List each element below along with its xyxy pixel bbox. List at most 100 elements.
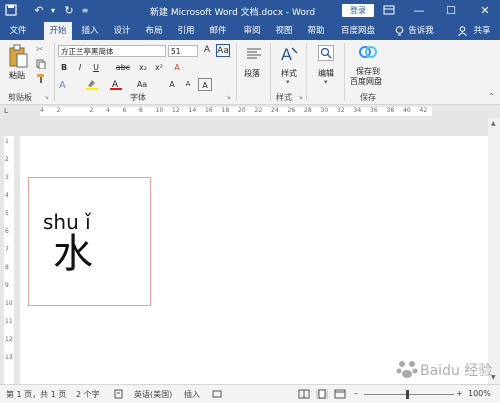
font-color-icon[interactable]: A bbox=[110, 78, 122, 90]
tell-me-search[interactable]: 告诉我 bbox=[406, 22, 436, 40]
subscript-button[interactable]: x₂ bbox=[136, 61, 150, 74]
share-button[interactable]: 共享 bbox=[468, 22, 496, 40]
vertical-scrollbar[interactable]: ▲ ▼ bbox=[488, 118, 500, 384]
vertical-ruler-tick-label: 10 bbox=[5, 300, 13, 307]
change-case-button[interactable]: Aa bbox=[134, 78, 150, 91]
page[interactable]: shu ǐ 水 bbox=[20, 136, 488, 384]
clear-formatting-button[interactable]: A bbox=[170, 61, 184, 74]
editing-dropdown-icon[interactable]: ▾ bbox=[324, 78, 328, 86]
scroll-up-icon[interactable]: ▲ bbox=[491, 120, 496, 127]
text-effects-icon[interactable]: A bbox=[58, 78, 70, 91]
character-border-button[interactable]: A bbox=[198, 78, 212, 91]
insert-mode[interactable]: 插入 bbox=[184, 389, 200, 400]
baidu-netdisk-icon[interactable] bbox=[358, 44, 378, 60]
font-launcher-icon[interactable]: ↘ bbox=[226, 94, 231, 101]
italic-button[interactable]: I bbox=[74, 61, 86, 74]
zoom-level[interactable]: 100% bbox=[468, 389, 491, 398]
tab-mailings[interactable]: 邮件 bbox=[206, 22, 230, 40]
increase-font-button[interactable]: A bbox=[166, 78, 178, 91]
tab-view[interactable]: 视图 bbox=[272, 22, 296, 40]
web-layout-icon[interactable] bbox=[334, 389, 346, 399]
macro-icon[interactable] bbox=[212, 389, 222, 399]
paste-icon[interactable] bbox=[8, 44, 28, 68]
customize-toolbar-icon[interactable]: ≡ bbox=[78, 4, 92, 18]
format-painter-icon[interactable] bbox=[36, 73, 46, 83]
tab-home[interactable]: 开始 bbox=[44, 22, 72, 40]
tab-help[interactable]: 帮助 bbox=[304, 22, 328, 40]
ruler-tick-label: 30 bbox=[320, 107, 329, 114]
proofing-icon[interactable] bbox=[114, 389, 124, 399]
superscript-button[interactable]: x² bbox=[152, 61, 166, 74]
ruler-tick-label: 22 bbox=[254, 107, 263, 114]
font-name-combo[interactable]: 方正兰亭黑简体 bbox=[58, 45, 166, 57]
cut-icon[interactable]: ✂ bbox=[36, 45, 46, 55]
page-count[interactable]: 第 1 页，共 1 页 bbox=[6, 389, 66, 400]
tab-baidu-netdisk[interactable]: 百度网盘 bbox=[336, 22, 380, 40]
tab-review[interactable]: 审阅 bbox=[240, 22, 264, 40]
paragraph-icon[interactable] bbox=[246, 46, 262, 62]
grow-font-button[interactable]: A bbox=[200, 44, 214, 57]
styles-dropdown-icon[interactable]: ▾ bbox=[286, 78, 290, 86]
zoom-slider[interactable] bbox=[364, 394, 454, 395]
vertical-ruler-tick-label: 2 bbox=[5, 156, 9, 163]
word-count[interactable]: 2 个字 bbox=[76, 389, 100, 400]
ribbon-display-icon[interactable] bbox=[382, 4, 396, 18]
maximize-button[interactable]: ☐ bbox=[440, 0, 462, 22]
ruler-tick-label: 4 bbox=[106, 107, 110, 114]
tab-references[interactable]: 引用 bbox=[174, 22, 198, 40]
font-size-combo[interactable]: 51 bbox=[168, 45, 198, 57]
close-button[interactable]: ✕ bbox=[474, 0, 496, 22]
ruler-tick-label: 14 bbox=[188, 107, 197, 114]
svg-text:A: A bbox=[59, 80, 66, 90]
separator bbox=[344, 43, 345, 101]
decrease-font-button[interactable]: A bbox=[182, 78, 194, 91]
ruler-tick-label: 8 bbox=[139, 107, 143, 114]
clipboard-group-label: 剪贴板 bbox=[8, 93, 32, 102]
ruler-tick-label: 42 bbox=[419, 107, 428, 114]
save-to-baidu-line2[interactable]: 百度网盘 bbox=[350, 76, 382, 87]
ruler-tick-label: 10 bbox=[155, 107, 164, 114]
highlight-color-icon[interactable] bbox=[86, 78, 98, 90]
print-layout-icon[interactable] bbox=[316, 389, 328, 399]
strikethrough-button[interactable]: abc bbox=[114, 61, 132, 74]
hanzi-text[interactable]: 水 bbox=[53, 232, 93, 276]
ruler-tick-label: 16 bbox=[205, 107, 213, 114]
undo-icon[interactable]: ↶ bbox=[32, 4, 46, 18]
tab-file[interactable]: 文件 bbox=[6, 22, 30, 40]
collapse-ribbon-icon[interactable]: ⌃ bbox=[488, 92, 495, 101]
ruler-tick-label: 4 bbox=[40, 107, 44, 114]
zoom-out-button[interactable]: – bbox=[354, 389, 358, 398]
read-mode-icon[interactable] bbox=[298, 389, 310, 399]
tab-design[interactable]: 设计 bbox=[110, 22, 134, 40]
phonetic-guide-button[interactable]: Aa bbox=[216, 44, 230, 57]
copy-icon[interactable] bbox=[36, 59, 46, 70]
vertical-ruler-tick-label: 13 bbox=[5, 354, 13, 361]
styles-group-label: 样式 bbox=[276, 93, 292, 102]
zoom-in-button[interactable]: + bbox=[456, 389, 463, 398]
tab-insert[interactable]: 插入 bbox=[78, 22, 102, 40]
text-box[interactable]: shu ǐ 水 bbox=[28, 177, 151, 306]
styles-launcher-icon[interactable]: ↘ bbox=[298, 94, 303, 101]
tab-selector-icon[interactable]: L bbox=[4, 107, 14, 116]
undo-dropdown-icon[interactable]: ▾ bbox=[46, 4, 60, 18]
document-area: shu ǐ 水 bbox=[18, 118, 488, 384]
find-icon[interactable] bbox=[318, 45, 334, 61]
underline-button[interactable]: U bbox=[90, 61, 102, 74]
zoom-slider-thumb[interactable] bbox=[406, 390, 409, 399]
redo-icon[interactable]: ↻ bbox=[62, 4, 76, 18]
vertical-ruler-tick-label: 1 bbox=[5, 138, 9, 145]
font-group-label: 字体 bbox=[130, 93, 146, 102]
minimize-button[interactable]: — bbox=[408, 0, 430, 22]
paragraph-button[interactable]: 段落 bbox=[244, 68, 260, 79]
document-title: 新建 Microsoft Word 文档.docx - Word bbox=[150, 8, 316, 18]
ruler-tick-label: 2 bbox=[89, 107, 94, 114]
vertical-ruler-tick-label: 6 bbox=[5, 228, 9, 235]
clipboard-launcher-icon[interactable]: ↘ bbox=[44, 94, 49, 101]
tab-layout[interactable]: 布局 bbox=[142, 22, 166, 40]
login-button[interactable]: 登录 bbox=[342, 4, 374, 17]
paste-button[interactable]: 粘贴 bbox=[9, 70, 25, 81]
bold-button[interactable]: B bbox=[58, 61, 70, 74]
save-icon[interactable] bbox=[4, 4, 18, 18]
language-indicator[interactable]: 英语(美国) bbox=[134, 389, 172, 400]
styles-icon[interactable]: A bbox=[280, 44, 298, 64]
